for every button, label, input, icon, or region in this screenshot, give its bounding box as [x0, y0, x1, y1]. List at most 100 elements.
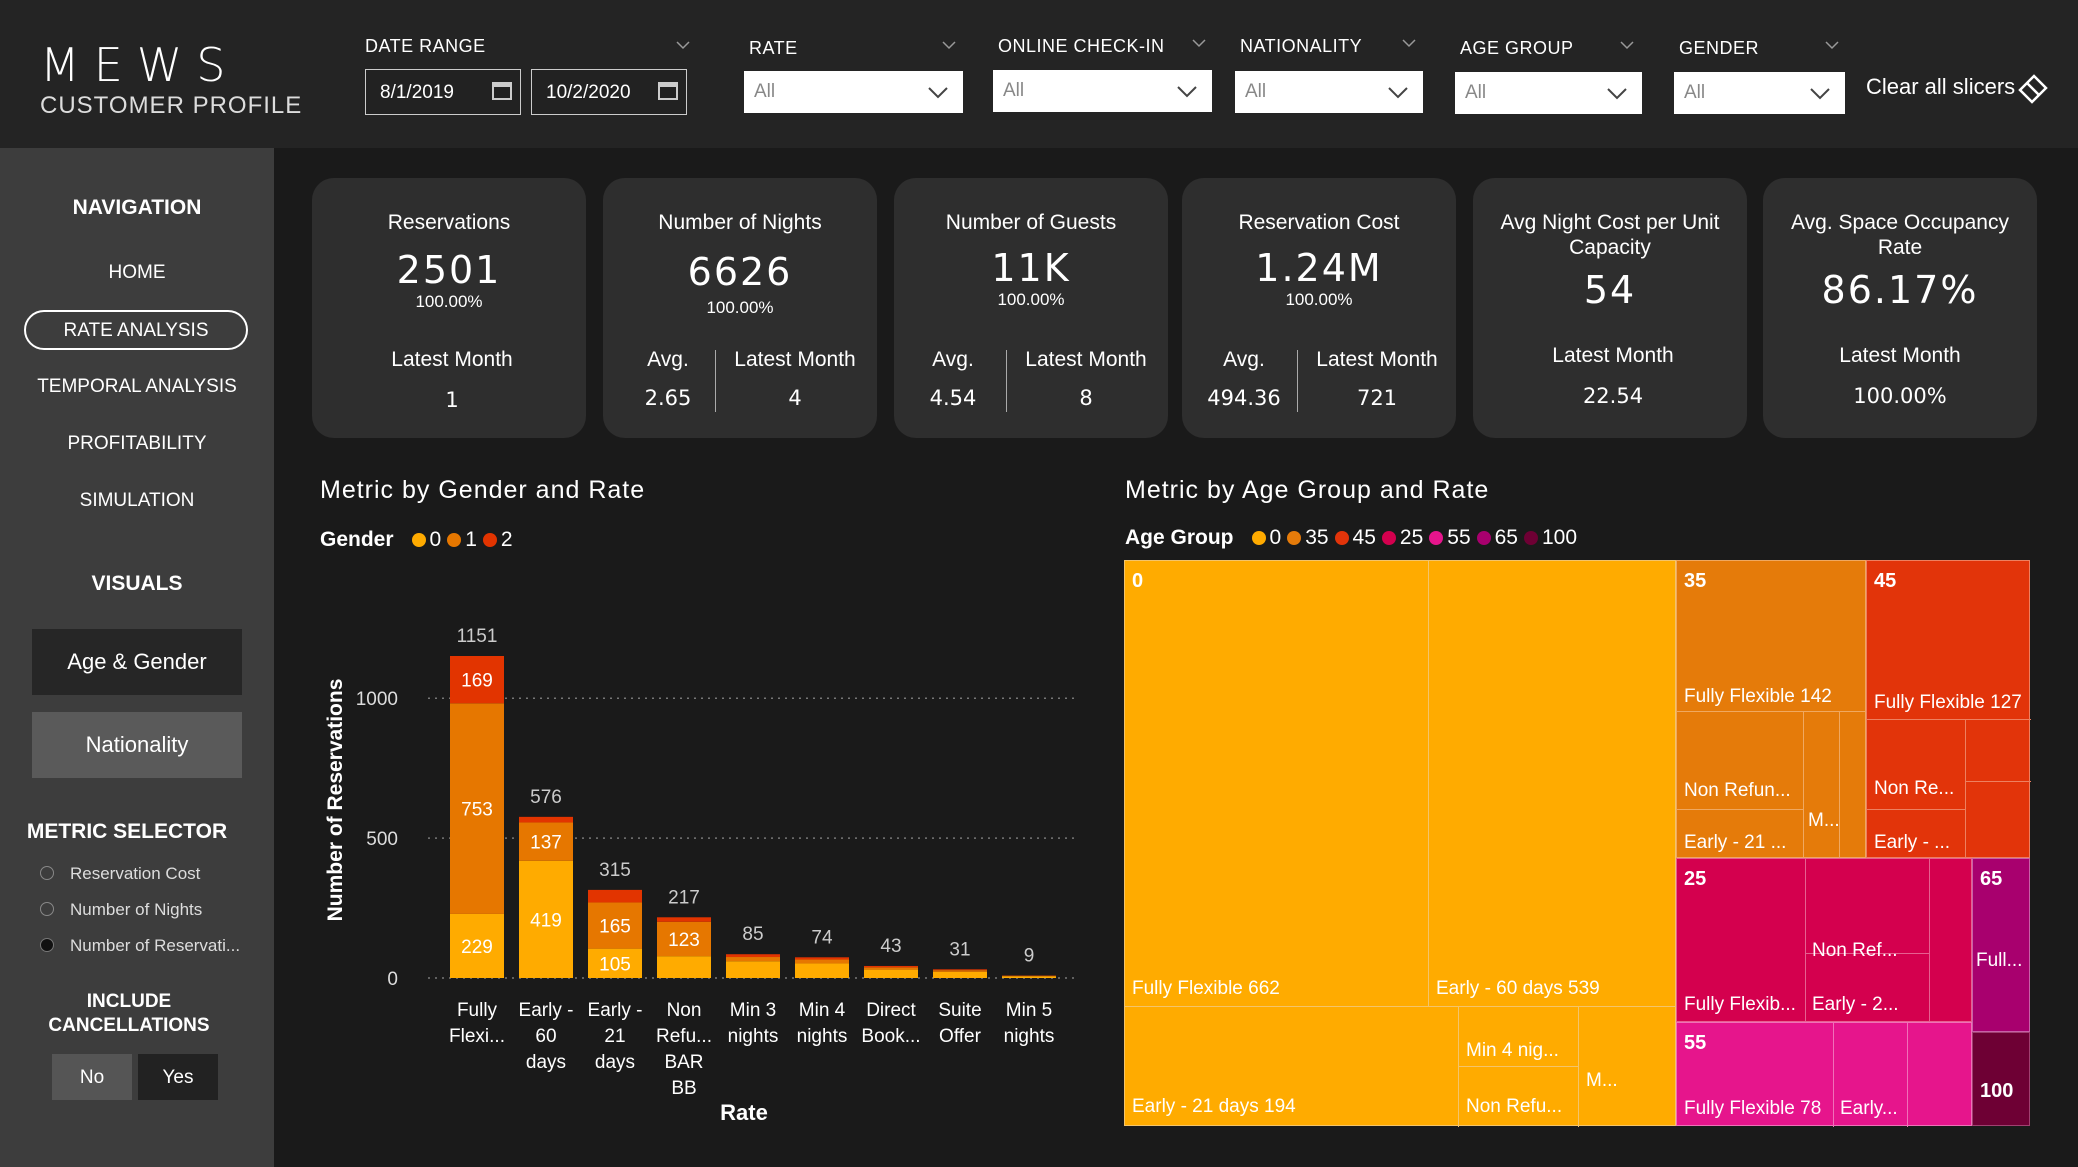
nationality-button[interactable]: Nationality	[32, 712, 242, 778]
legend-item[interactable]: 100	[1542, 526, 1577, 549]
nav-item-temporal-analysis[interactable]: TEMPORAL ANALYSIS	[0, 376, 274, 398]
nav-item-home[interactable]: HOME	[0, 262, 274, 284]
radio-button-selected[interactable]	[40, 938, 54, 952]
treemap-tile-label: Early - 2...	[1812, 994, 1899, 1015]
treemap-group-label: 0	[1132, 570, 1144, 592]
kpi-card-guests: Number of Guests 11K 100.00% Avg. 4.54 L…	[894, 178, 1168, 438]
legend-item[interactable]: 0	[430, 528, 442, 551]
treemap-tile[interactable]	[1839, 711, 1840, 859]
start-date-input[interactable]: 8/1/2019	[365, 69, 521, 115]
kpi-avg-label: Avg.	[647, 348, 689, 371]
chevron-down-icon[interactable]	[1402, 36, 1416, 50]
chevron-down-icon[interactable]	[1825, 38, 1839, 52]
chevron-down-icon[interactable]	[676, 38, 690, 52]
x-tick-label: Direct	[866, 1000, 916, 1021]
bar-data-label: 229	[461, 937, 493, 958]
chevron-down-icon	[1810, 88, 1830, 100]
nav-item-rate-analysis[interactable]: RATE ANALYSIS	[24, 310, 248, 350]
treemap-tile[interactable]	[1929, 859, 1930, 1023]
bar-segment	[933, 971, 987, 978]
online-checkin-select[interactable]: All	[993, 70, 1212, 112]
clear-all-slicers-button[interactable]: Clear all slicers	[1866, 74, 2015, 100]
treemap-tile[interactable]	[1579, 1007, 1677, 1127]
age-gender-button[interactable]: Age & Gender	[32, 629, 242, 695]
treemap-tile[interactable]	[1965, 781, 2031, 782]
treemap-tile[interactable]	[1867, 809, 1965, 810]
x-tick-label: days	[595, 1052, 635, 1073]
chevron-down-icon[interactable]	[942, 38, 956, 52]
page-subtitle: CUSTOMER PROFILE	[40, 92, 303, 119]
metric-option-reservation-cost[interactable]: Reservation Cost	[40, 864, 200, 884]
bar-total-label: 31	[949, 939, 970, 960]
y-tick-label: 1000	[356, 689, 398, 710]
treemap-tile[interactable]	[1429, 561, 1677, 1007]
legend-item[interactable]: 0	[1270, 526, 1282, 549]
nav-item-simulation[interactable]: SIMULATION	[0, 490, 274, 512]
kpi-title: Number of Nights	[658, 211, 822, 234]
kpi-avg-value: 4.54	[929, 386, 977, 410]
kpi-title: Avg Night Cost per Unit Capacity	[1473, 210, 1747, 260]
kpi-card-occupancy: Avg. Space Occupancy Rate 86.17% Latest …	[1763, 178, 2037, 438]
nav-item-profitability[interactable]: PROFITABILITY	[0, 433, 274, 455]
x-axis-label: Rate	[720, 1100, 768, 1125]
chevron-down-icon[interactable]	[1192, 36, 1206, 50]
treemap-tile[interactable]	[1677, 809, 1803, 810]
radio-button[interactable]	[40, 902, 54, 916]
legend-item[interactable]: 45	[1353, 526, 1376, 549]
treemap-tile[interactable]	[1805, 859, 1806, 1023]
treemap-tile-label: M...	[1586, 1070, 1618, 1091]
age-group-select[interactable]: All	[1455, 72, 1642, 114]
x-tick-label: Non	[667, 1000, 702, 1021]
cancellations-no-button[interactable]: No	[52, 1054, 132, 1100]
calendar-icon[interactable]	[658, 82, 678, 100]
age-group-slicer-label: AGE GROUP	[1460, 38, 1574, 58]
rate-select[interactable]: All	[744, 71, 963, 113]
x-tick-label: Suite	[938, 1000, 981, 1021]
treemap-tile-label: Full...	[1976, 950, 2023, 971]
metric-option-number-of-nights[interactable]: Number of Nights	[40, 900, 202, 920]
end-date-input[interactable]: 10/2/2020	[531, 69, 687, 115]
eraser-icon[interactable]	[2016, 70, 2050, 104]
treemap-group-label: 25	[1684, 868, 1707, 890]
treemap-tile[interactable]	[1907, 1023, 1908, 1127]
legend-item[interactable]: 35	[1305, 526, 1328, 549]
bar-total-label: 9	[1024, 945, 1035, 966]
kpi-title-line-2: Capacity	[1569, 236, 1651, 259]
chevron-down-icon	[1388, 87, 1408, 99]
radio-button[interactable]	[40, 866, 54, 880]
treemap-tile[interactable]	[1833, 1023, 1834, 1127]
treemap-tile-group-0[interactable]	[1124, 560, 1677, 1127]
legend-dot	[1381, 531, 1396, 545]
cancellations-yes-button[interactable]: Yes	[138, 1054, 218, 1100]
metric-option-number-of-reservations[interactable]: Number of Reservati...	[40, 936, 240, 956]
calendar-icon[interactable]	[492, 82, 512, 100]
kpi-latest-label: Latest Month	[1025, 348, 1147, 371]
legend-item[interactable]: 25	[1400, 526, 1423, 549]
kpi-latest-label: Latest Month	[391, 348, 513, 371]
treemap-tile[interactable]	[1125, 561, 1429, 1007]
x-tick-label: BB	[671, 1078, 696, 1099]
nationality-select[interactable]: All	[1235, 71, 1423, 113]
legend-dot	[1287, 531, 1302, 545]
kpi-avg-value: 494.36	[1207, 386, 1281, 410]
kpi-value: 54	[1583, 268, 1637, 312]
chevron-down-icon[interactable]	[1620, 38, 1634, 52]
treemap-tile[interactable]	[1965, 719, 1966, 859]
treemap-group-label: 55	[1684, 1032, 1707, 1054]
bar-total-label: 1151	[457, 626, 498, 647]
bar-segment	[795, 963, 849, 978]
treemap-tile[interactable]	[1867, 719, 2031, 720]
legend-item[interactable]: 2	[501, 528, 513, 551]
chevron-down-icon	[1177, 86, 1197, 98]
kpi-latest-value: 22.54	[1582, 384, 1644, 408]
kpi-avg-label: Avg.	[932, 348, 974, 371]
gender-select[interactable]: All	[1674, 72, 1845, 114]
legend-item[interactable]: 65	[1495, 526, 1518, 549]
treemap-tile-group-100[interactable]	[1972, 1032, 2030, 1126]
treemap-tile[interactable]	[1803, 711, 1804, 859]
gender-select-value: All	[1684, 82, 1706, 103]
legend-item[interactable]: 55	[1447, 526, 1470, 549]
treemap-tile-label: Fully Flexible 78	[1684, 1098, 1822, 1119]
legend-item[interactable]: 1	[465, 528, 477, 551]
kpi-percent: 100.00%	[997, 290, 1065, 309]
